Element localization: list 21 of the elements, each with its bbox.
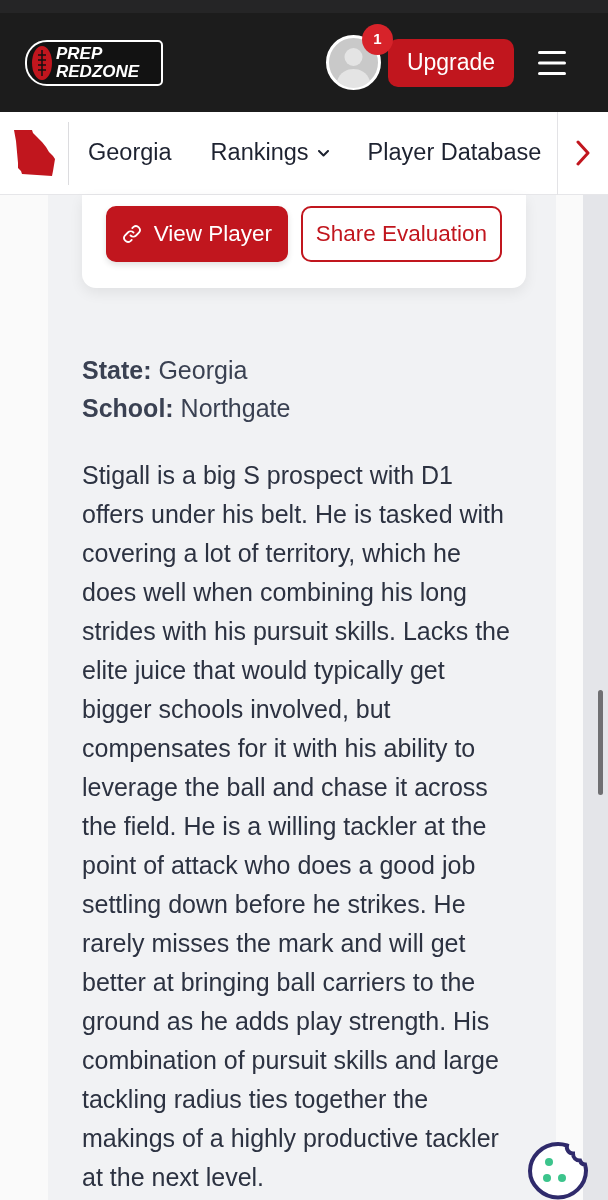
cookie-icon[interactable] — [527, 1140, 589, 1200]
state-map-icon[interactable] — [13, 130, 55, 176]
link-icon — [121, 224, 142, 244]
detail-text: State: Georgia — [82, 355, 249, 386]
scrollbar-track[interactable] — [583, 195, 608, 1200]
nav-link[interactable]: Player Database — [367, 135, 542, 171]
detail-text: School: Northgate — [82, 393, 292, 424]
view-player-button[interactable]: View Player — [106, 206, 288, 262]
share-evaluation-button[interactable]: Share Evaluation — [300, 206, 502, 262]
nav-link[interactable]: Georgia — [88, 135, 172, 171]
notification-badge: 1 — [362, 24, 393, 55]
scrollbar-thumb[interactable] — [598, 690, 603, 795]
chevron-right-icon[interactable] — [576, 140, 590, 166]
nav-dropdown[interactable]: Rankings — [210, 135, 329, 171]
logo-wordmark: PREP REDZONE — [56, 44, 140, 81]
chevron-down-icon — [317, 149, 329, 157]
football-icon — [31, 44, 53, 81]
logo[interactable]: PREP REDZONE — [25, 39, 163, 86]
upgrade-button[interactable]: Upgrade — [388, 38, 514, 87]
evaluation-text: Stigall is a big S prospect with D1 offers under his belt. He is tasked with covering a lot of territory, which he does well when combining his long strides with his pursuit skills. Lacks the elite juice that would typically get bigger schools involved, but compensates for it with his ability to leverage the ball and chase it across the field. He is a willing tackler at the point of attack who does a good job settling down before he strikes. He rarely misses the mark and will get better at bringing ball carriers to the ground as he adds play strength. His combination of pursuit skills and large tackling radius ties together the makings of a highly productive tackler at the next level. — [82, 460, 511, 1193]
menu-icon[interactable] — [538, 50, 566, 75]
